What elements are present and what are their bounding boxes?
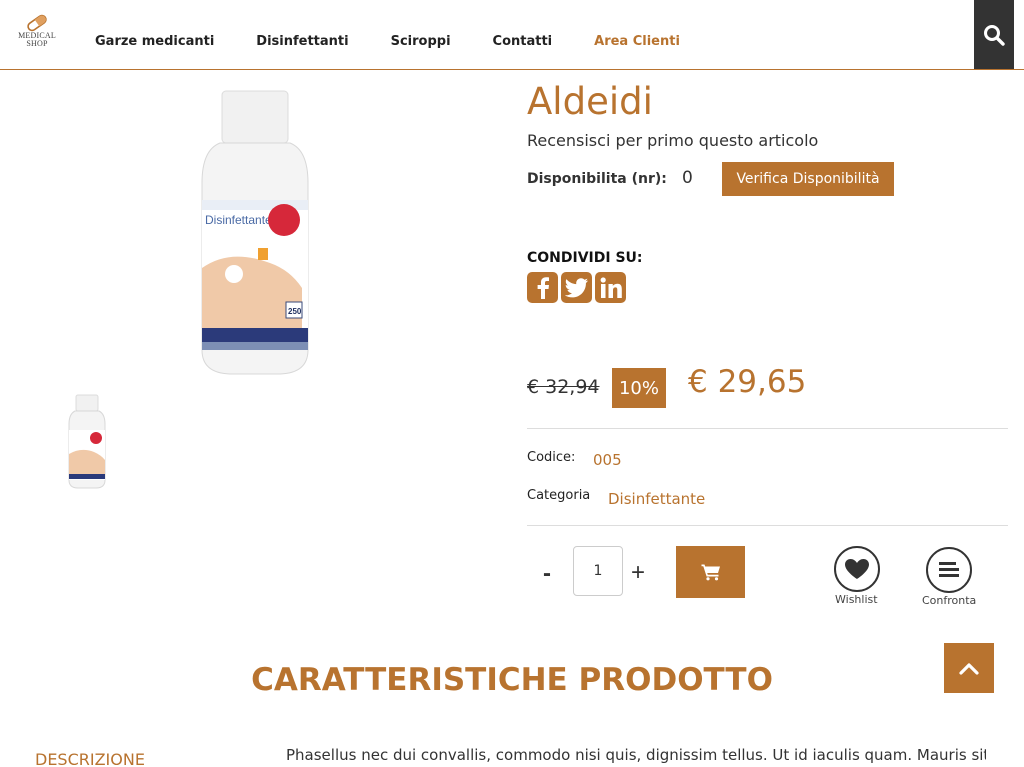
bottle-label-text: Disinfettante [205, 213, 272, 227]
wishlist-label: Wishlist [835, 593, 878, 606]
nav-item-garze-medicanti[interactable]: Garze medicanti [95, 34, 214, 52]
add-to-cart-button[interactable] [676, 546, 745, 598]
current-price: € 29,65 [688, 364, 807, 400]
search-button[interactable] [974, 0, 1014, 69]
code-label: Codice: [527, 450, 576, 465]
pill-logo-icon [27, 14, 47, 32]
linkedin-share-button[interactable] [595, 272, 626, 303]
availability-value: 0 [682, 168, 693, 188]
discount-badge: 10% [612, 368, 666, 408]
product-main-image[interactable]: Disinfettante 250 [190, 88, 320, 378]
scroll-to-top-button[interactable] [944, 643, 994, 693]
quantity-input[interactable] [573, 546, 623, 596]
product-thumbnail[interactable] [66, 394, 108, 490]
share-label: CONDIVIDI SU: [527, 250, 643, 266]
logo-text-line2: SHOP [26, 39, 48, 48]
compare-list-icon [939, 562, 959, 577]
write-review-link[interactable]: Recensisci per primo questo articolo [527, 131, 818, 150]
site-header: MEDICAL SHOP Garze medicanti Disinfettan… [0, 0, 1024, 70]
nav-item-area-clienti[interactable]: Area Clienti [594, 34, 680, 52]
twitter-share-button[interactable] [561, 272, 592, 303]
divider-bottom [527, 525, 1008, 526]
site-logo[interactable]: MEDICAL SHOP [14, 14, 60, 58]
wishlist-button[interactable] [834, 546, 880, 592]
old-price: € 32,94 [527, 376, 600, 398]
social-share [527, 272, 626, 303]
search-icon [984, 24, 1005, 46]
quantity-decrease-button[interactable]: - [543, 560, 551, 588]
linkedin-icon [600, 276, 622, 298]
nav-item-disinfettanti[interactable]: Disinfettanti [256, 34, 348, 52]
twitter-icon [564, 277, 588, 297]
nav-item-contatti[interactable]: Contatti [493, 34, 553, 52]
code-value: 005 [593, 451, 622, 469]
divider-top [527, 428, 1008, 429]
category-label: Categoria [527, 488, 591, 503]
quantity-increase-button[interactable]: + [631, 559, 645, 587]
cart-icon [701, 564, 720, 581]
verify-availability-button[interactable]: Verifica Disponibilità [722, 162, 894, 196]
availability-label: Disponibilita (nr): [527, 171, 667, 187]
nav-item-sciroppi[interactable]: Sciroppi [391, 34, 451, 52]
facebook-share-button[interactable] [527, 272, 558, 303]
compare-label: Confronta [922, 594, 977, 607]
compare-button[interactable] [926, 547, 972, 593]
description-text: Phasellus nec dui convallis, commodo nis… [286, 746, 986, 764]
chevron-up-icon [959, 663, 979, 675]
heart-icon [845, 559, 869, 579]
main-nav: Garze medicanti Disinfettanti Sciroppi C… [95, 34, 722, 52]
category-link[interactable]: Disinfettante [608, 490, 705, 508]
product-title: Aldeidi [527, 80, 653, 123]
facebook-icon [537, 276, 549, 299]
section-title: CARATTERISTICHE PRODOTTO [251, 662, 773, 698]
tab-description[interactable]: DESCRIZIONE [35, 750, 145, 767]
bottle-badge-text: 250 [288, 307, 302, 316]
